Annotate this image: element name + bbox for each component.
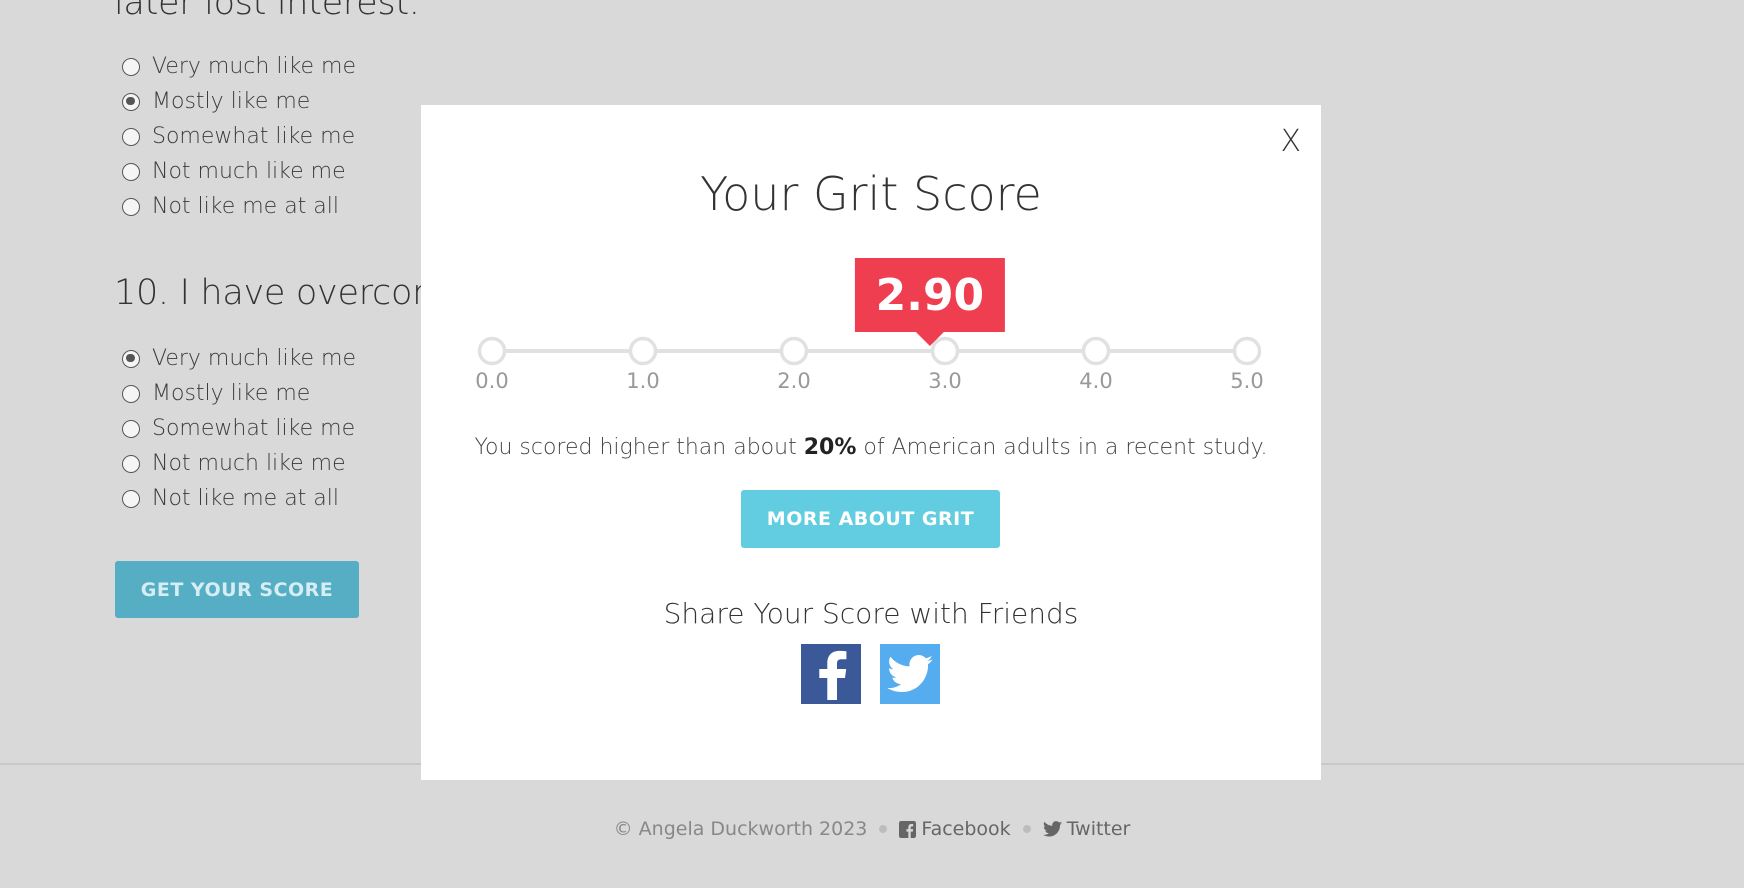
radio-checked[interactable] (122, 349, 140, 368)
radio-unchecked[interactable] (122, 197, 140, 216)
answer-option-label: Somewhat like me (152, 124, 356, 149)
share-facebook-button[interactable] (801, 644, 861, 704)
share-twitter-button[interactable] (880, 644, 940, 704)
answer-option[interactable]: Not much like me (122, 446, 356, 481)
answer-option-label: Not like me at all (152, 486, 340, 511)
get-your-score-button[interactable]: GET YOUR SCORE (115, 561, 359, 618)
percentile-prefix: You scored higher than about (474, 435, 797, 460)
question-10-options: Very much like me Mostly like me Somewhat … (122, 341, 356, 516)
scale-tick-label: 5.0 (1230, 369, 1263, 393)
radio-unchecked[interactable] (122, 127, 140, 146)
facebook-square-icon (899, 820, 917, 838)
answer-option[interactable]: Somewhat like me (122, 411, 356, 446)
radio-unchecked[interactable] (122, 162, 140, 181)
facebook-icon (819, 650, 847, 700)
answer-option[interactable]: Somewhat like me (122, 119, 356, 154)
percentile-statement: You scored higher than about 20% of Amer… (421, 435, 1321, 460)
answer-option[interactable]: Not like me at all (122, 481, 356, 516)
answer-option[interactable]: Mostly like me (122, 376, 356, 411)
answer-option-label: Very much like me (152, 346, 357, 371)
footer-separator (1022, 825, 1031, 833)
footer: © Angela Duckworth 2023 Facebook Twitter (0, 818, 1744, 840)
answer-option[interactable]: Mostly like me (122, 84, 356, 119)
footer-separator (879, 825, 888, 833)
answer-option[interactable]: Not much like me (122, 154, 356, 189)
scale-tick-marker (477, 336, 507, 366)
footer-copyright: © Angela Duckworth 2023 (613, 818, 868, 840)
answer-option[interactable]: Not like me at all (122, 189, 356, 224)
score-value: 2.90 (876, 270, 985, 321)
radio-unchecked[interactable] (122, 419, 140, 438)
percentile-value: 20% (803, 435, 857, 460)
more-about-grit-button[interactable]: MORE ABOUT GRIT (741, 490, 1000, 548)
footer-facebook-label: Facebook (921, 818, 1011, 840)
footer-twitter-label: Twitter (1066, 818, 1131, 840)
answer-option-label: Very much like me (152, 54, 357, 79)
scale-tick-marker (1232, 336, 1262, 366)
grit-score-modal: X Your Grit Score 0.0 1.0 2.0 3.0 4.0 5.0 2.90… (421, 105, 1321, 780)
scale-tick-marker (628, 336, 658, 366)
question-9-heading: later lost interest. (114, 0, 420, 23)
scale-tick-label: 3.0 (928, 369, 961, 393)
answer-option-label: Not much like me (152, 451, 346, 476)
scale-tick-marker (1081, 336, 1111, 366)
answer-option-label: Not like me at all (152, 194, 340, 219)
radio-unchecked[interactable] (122, 489, 140, 508)
scale-tick-marker (930, 336, 960, 366)
scale-tick-label: 2.0 (777, 369, 810, 393)
percentile-suffix: of American adults in a recent study. (863, 435, 1268, 460)
twitter-icon (887, 655, 933, 693)
scale-tick-marker (779, 336, 809, 366)
share-title: Share Your Score with Friends (663, 597, 1079, 630)
radio-unchecked[interactable] (122, 57, 140, 76)
footer-twitter-link[interactable]: Twitter (1042, 818, 1131, 840)
answer-option-label: Not much like me (152, 159, 346, 184)
score-scale: 0.0 1.0 2.0 3.0 4.0 5.0 2.90 (475, 258, 1264, 393)
answer-option[interactable]: Very much like me (122, 341, 356, 376)
answer-option[interactable]: Very much like me (122, 49, 356, 84)
scale-tick-label: 4.0 (1079, 369, 1112, 393)
scale-tick-label: 0.0 (475, 369, 508, 393)
answer-option-label: Mostly like me (152, 89, 311, 114)
radio-checked[interactable] (122, 92, 140, 111)
twitter-icon (1042, 821, 1062, 837)
radio-unchecked[interactable] (122, 384, 140, 403)
question-10-heading: 10. I have overcome (114, 273, 468, 313)
question-9-options: Very much like me Mostly like me Somewhat … (122, 49, 356, 224)
footer-facebook-link[interactable]: Facebook (899, 818, 1011, 840)
answer-option-label: Somewhat like me (152, 416, 356, 441)
scale-tick-label: 1.0 (626, 369, 659, 393)
answer-option-label: Mostly like me (152, 381, 311, 406)
radio-unchecked[interactable] (122, 454, 140, 473)
